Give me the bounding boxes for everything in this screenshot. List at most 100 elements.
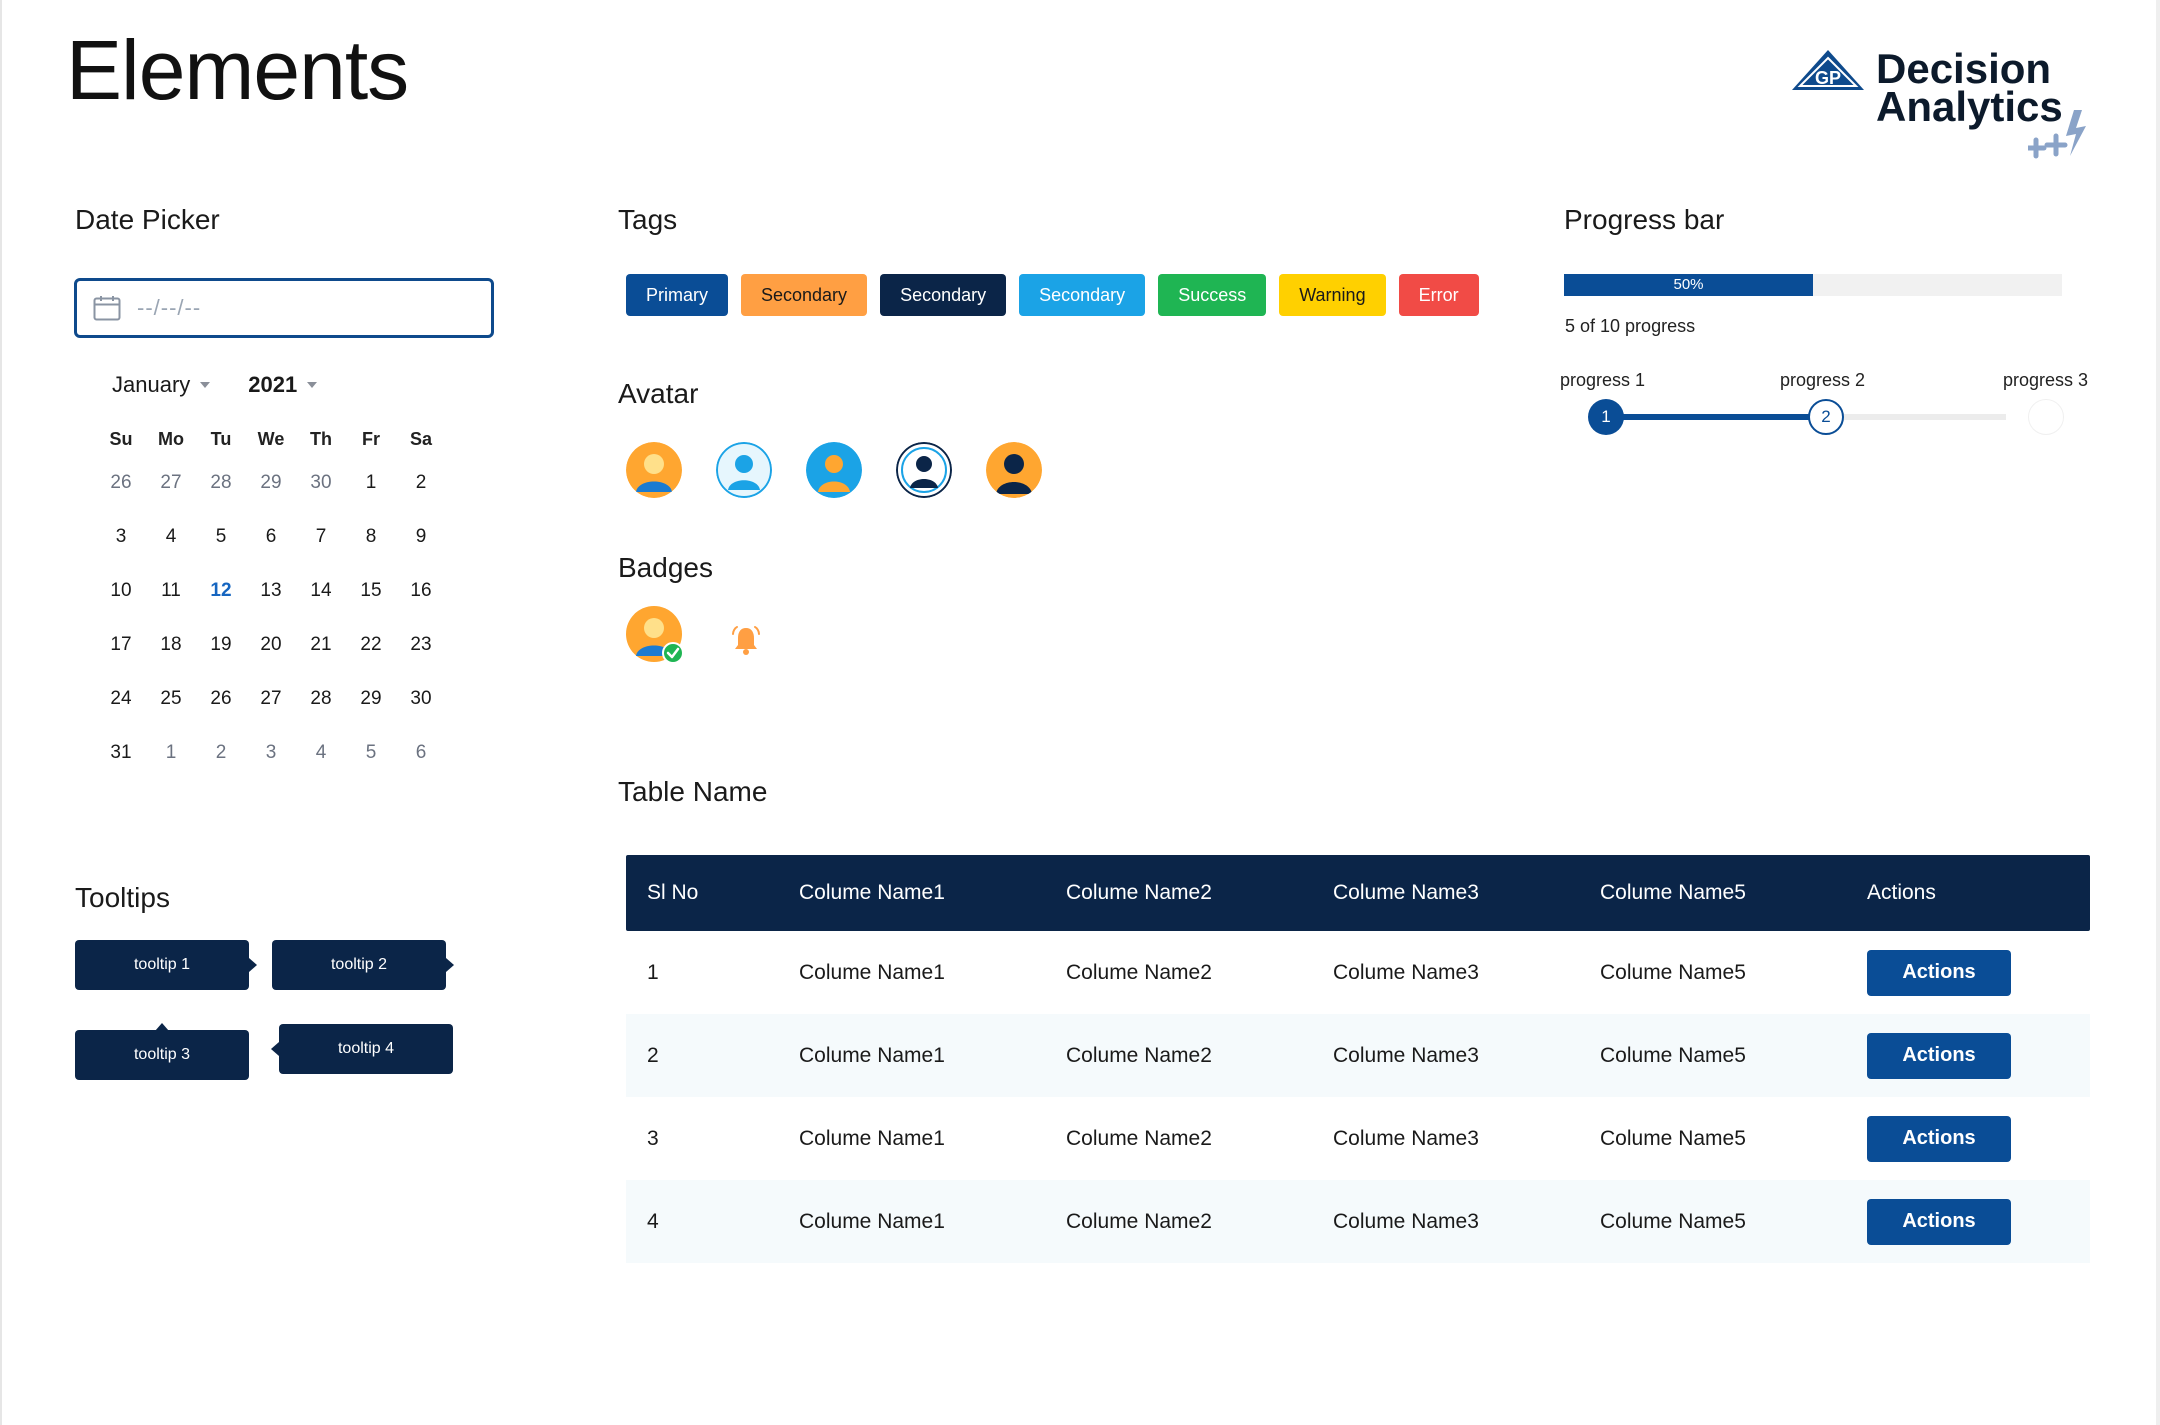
calendar-day[interactable]: 21 (296, 634, 346, 656)
table-cell: 2 (647, 1043, 659, 1067)
page-left-border (0, 0, 2, 1425)
tag-success[interactable]: Success (1158, 274, 1267, 316)
calendar-day[interactable]: 19 (196, 634, 246, 656)
tag-secondary-blue[interactable]: Secondary (1019, 274, 1146, 316)
calendar-day[interactable]: 11 (146, 580, 196, 602)
calendar-day[interactable]: 8 (346, 526, 396, 548)
tooltips-title: Tooltips (75, 882, 170, 913)
calendar-day[interactable]: 25 (146, 688, 196, 710)
calendar-day[interactable]: 29 (346, 688, 396, 710)
table-row: 2 Colume Name1 Colume Name2 Colume Name3… (626, 1014, 2090, 1097)
table-row: 4 Colume Name1 Colume Name2 Colume Name3… (626, 1180, 2090, 1263)
user-icon (896, 442, 952, 498)
calendar-day[interactable]: 7 (296, 526, 346, 548)
avatar[interactable] (716, 442, 772, 498)
calendar-day[interactable]: 22 (346, 634, 396, 656)
tag-secondary-orange[interactable]: Secondary (741, 274, 868, 316)
calendar-day[interactable]: 10 (96, 580, 146, 602)
actions-button[interactable]: Actions (1867, 1115, 2011, 1162)
tag-error[interactable]: Error (1398, 274, 1479, 316)
step-label-3: progress 3 (2003, 370, 2089, 390)
year-select-value: 2021 (248, 372, 298, 397)
column-header[interactable]: Colume Name1 (799, 881, 1066, 905)
calendar-day[interactable]: 2 (396, 472, 446, 494)
calendar-day[interactable]: 3 (96, 526, 146, 548)
stepper-track-fill (1606, 414, 1826, 420)
calendar-day[interactable]: 5 (346, 742, 396, 764)
calendar-day[interactable]: 5 (196, 526, 246, 548)
calendar-day[interactable]: 4 (296, 742, 346, 764)
step-label-2: progress 2 (1780, 370, 1866, 390)
actions-button[interactable]: Actions (1867, 949, 2011, 996)
table-header-row: Sl No Colume Name1 Colume Name2 Colume N… (626, 855, 2090, 931)
calendar-day[interactable]: 28 (196, 472, 246, 494)
calendar-day[interactable]: 14 (296, 580, 346, 602)
avatar[interactable] (806, 442, 862, 498)
calendar-day[interactable]: 27 (146, 472, 196, 494)
calendar-day[interactable]: 27 (246, 688, 296, 710)
calendar-day[interactable]: 6 (396, 742, 446, 764)
table-cell: Colume Name3 (1333, 1209, 1479, 1233)
column-header[interactable]: Colume Name3 (1333, 881, 1600, 905)
calendar-day[interactable]: 20 (246, 634, 296, 656)
table-cell: Actions (1867, 1115, 2090, 1162)
calendar-day[interactable]: 26 (196, 688, 246, 710)
calendar-week-row: 10 11 12 13 14 15 16 (96, 564, 446, 618)
tag-secondary-navy[interactable]: Secondary (880, 274, 1007, 316)
calendar-weekday-row: Su Mo Tu We Th Fr Sa (96, 422, 446, 456)
progress-stepper: progress 1 progress 2 progress 3 1 2 (1560, 370, 2100, 440)
user-icon (626, 442, 682, 498)
user-icon (626, 606, 684, 664)
step-dot-2[interactable]: 2 (1808, 399, 1844, 435)
calendar-day[interactable]: 2 (196, 742, 246, 764)
year-select[interactable]: 2021 (248, 372, 318, 398)
calendar-day[interactable]: 1 (146, 742, 196, 764)
calendar-day[interactable]: 6 (246, 526, 296, 548)
calendar-day[interactable]: 9 (396, 526, 446, 548)
avatar[interactable] (986, 442, 1042, 498)
calendar-day-selected[interactable]: 12 (196, 580, 246, 602)
calendar-day[interactable]: 15 (346, 580, 396, 602)
calendar-day[interactable]: 30 (296, 472, 346, 494)
calendar-week-row: 31 1 2 3 4 5 6 (96, 726, 446, 780)
step-dot-1[interactable]: 1 (1588, 399, 1624, 435)
table-cell: Colume Name3 (1333, 960, 1479, 984)
calendar-day[interactable]: 29 (246, 472, 296, 494)
avatar-title: Avatar (618, 378, 699, 409)
calendar-day[interactable]: 28 (296, 688, 346, 710)
avatar-row (626, 442, 1042, 498)
calendar-day[interactable]: 16 (396, 580, 446, 602)
avatar-with-badge[interactable] (626, 606, 684, 664)
table-cell: Colume Name2 (1066, 1126, 1212, 1150)
calendar-day[interactable]: 18 (146, 634, 196, 656)
column-header[interactable]: Sl No (626, 881, 799, 905)
calendar-day[interactable]: 13 (246, 580, 296, 602)
user-icon (806, 442, 862, 498)
weekday-label: Sa (409, 428, 433, 449)
calendar-day[interactable]: 23 (396, 634, 446, 656)
column-header[interactable]: Colume Name2 (1066, 881, 1333, 905)
avatar[interactable] (626, 442, 682, 498)
calendar-day[interactable]: 4 (146, 526, 196, 548)
step-dot-3[interactable] (2028, 399, 2064, 435)
actions-button[interactable]: Actions (1867, 1032, 2011, 1079)
gp-logo-mark: GP (1792, 50, 1864, 90)
calendar-day[interactable]: 1 (346, 472, 396, 494)
calendar-day[interactable]: 26 (96, 472, 146, 494)
date-input[interactable]: --/--/-- (74, 278, 494, 338)
page-right-border (2156, 0, 2160, 1425)
column-header[interactable]: Colume Name5 (1600, 881, 1867, 905)
table-cell: Colume Name5 (1600, 1043, 1746, 1067)
calendar-day[interactable]: 3 (246, 742, 296, 764)
calendar-day[interactable]: 30 (396, 688, 446, 710)
calendar-day[interactable]: 24 (96, 688, 146, 710)
calendar-day[interactable]: 17 (96, 634, 146, 656)
avatar[interactable] (896, 442, 952, 498)
calendar-day[interactable]: 31 (96, 742, 146, 764)
bell-icon[interactable] (728, 622, 764, 658)
date-picker-selects: January 2021 (112, 372, 318, 398)
month-select[interactable]: January (112, 372, 211, 398)
tag-warning[interactable]: Warning (1279, 274, 1386, 316)
actions-button[interactable]: Actions (1867, 1198, 2011, 1245)
tag-primary[interactable]: Primary (626, 274, 728, 316)
